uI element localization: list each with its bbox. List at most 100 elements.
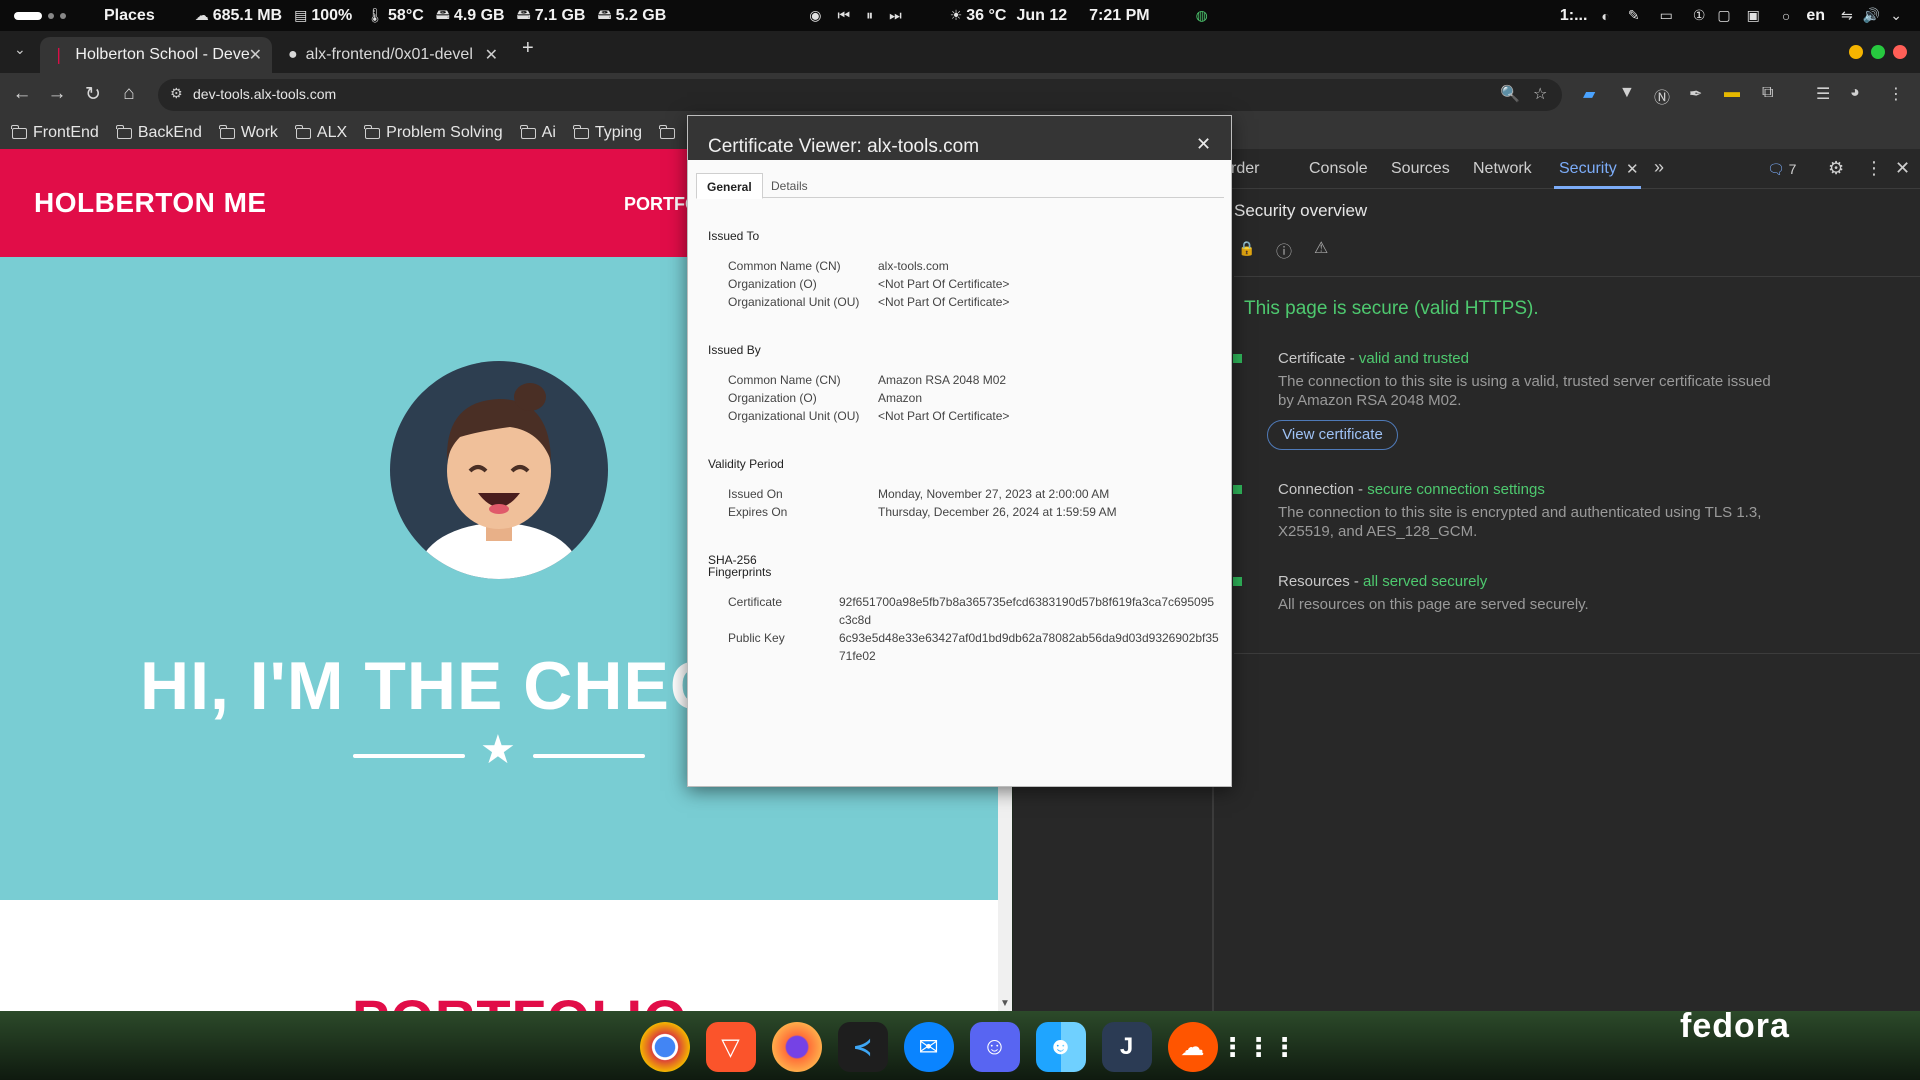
bookmark-alx[interactable]: ALX xyxy=(294,124,347,142)
extension-notion-icon[interactable]: Ⓝ xyxy=(1654,84,1670,108)
soundcloud-icon[interactable]: ☁ xyxy=(1167,1022,1218,1072)
tab-search-icon[interactable]: ⌄ xyxy=(14,41,26,58)
close-dialog-icon[interactable]: ✕ xyxy=(1196,134,1211,155)
site-info-icon[interactable]: ⚙ xyxy=(170,85,183,102)
close-security-tab-icon[interactable]: ✕ xyxy=(1626,160,1639,178)
language-indicator[interactable]: en xyxy=(1806,7,1825,25)
extension-vue-icon[interactable]: ▼ xyxy=(1619,84,1635,102)
tab-recorder[interactable]: rder xyxy=(1231,160,1259,178)
hero-title: HI, I'M THE CHEC xyxy=(140,648,720,724)
devtools-menu-icon[interactable]: ⋮ xyxy=(1865,158,1883,179)
issued-to-o-label: Organization (O) xyxy=(728,277,817,291)
warning-icon[interactable]: ⚠ xyxy=(1314,238,1328,258)
bookmark-backend[interactable]: BackEnd xyxy=(115,124,202,142)
bookmark-folder-more[interactable] xyxy=(659,124,676,139)
info-icon[interactable]: ⓘ xyxy=(1276,238,1292,262)
back-arrow-icon[interactable]: ← xyxy=(10,83,34,105)
issues-badge[interactable]: 🗨 7 xyxy=(1767,161,1796,178)
tray-app-icon[interactable]: ◐ xyxy=(1601,8,1609,24)
folder-icon xyxy=(115,124,132,139)
forward-arrow-icon[interactable]: → xyxy=(45,83,69,105)
firefox-icon[interactable] xyxy=(771,1022,822,1072)
tab-holberton[interactable]: ❘ Holberton School - Deve ✕ xyxy=(40,37,272,73)
issued-by-o-value: Amazon xyxy=(878,391,923,405)
volume-icon[interactable]: 🔊 xyxy=(1863,7,1880,24)
pause-icon[interactable]: ⏸ xyxy=(866,7,873,24)
thunderbird-icon[interactable]: ✉ xyxy=(903,1022,954,1072)
extension-wallet-icon[interactable]: ▰ xyxy=(1583,84,1595,104)
tab-github[interactable]: ● alx-frontend/0x01-devel ✕ xyxy=(276,37,508,73)
tab-details[interactable]: Details xyxy=(761,173,818,199)
view-certificate-button[interactable]: View certificate xyxy=(1267,420,1398,450)
color-picker-icon[interactable]: ✎ xyxy=(1628,7,1640,24)
reload-icon[interactable]: ↻ xyxy=(81,83,105,106)
weather-indicator[interactable]: ☀ 36 °C xyxy=(950,7,1007,25)
scroll-down-arrow-icon[interactable]: ▼ xyxy=(1000,998,1010,1009)
clipboard-tray-icon[interactable]: ▣ xyxy=(1747,7,1760,24)
minimize-window-button[interactable] xyxy=(1849,45,1863,59)
more-tabs-icon[interactable]: » xyxy=(1654,157,1664,178)
folder-icon xyxy=(659,124,676,139)
vscode-icon[interactable]: ≺ xyxy=(837,1022,888,1072)
bookmark-typing[interactable]: Typing xyxy=(572,124,642,142)
reading-list-icon[interactable]: ☰ xyxy=(1816,84,1830,104)
maximize-window-button[interactable] xyxy=(1871,45,1885,59)
tab-network[interactable]: Network xyxy=(1473,160,1532,178)
places-menu[interactable]: Places xyxy=(104,7,155,25)
close-tab-icon[interactable]: ✕ xyxy=(249,45,262,65)
bookmark-work[interactable]: Work xyxy=(218,124,278,142)
zoom-icon[interactable]: 🔍 xyxy=(1500,84,1520,104)
lock-icon[interactable]: 🔒 xyxy=(1238,240,1255,257)
tray-text[interactable]: 1:... xyxy=(1560,7,1588,25)
folder-icon xyxy=(364,124,381,139)
bookmark-star-icon[interactable]: ☆ xyxy=(1533,84,1547,104)
extension-ruler-icon[interactable]: ▬ xyxy=(1724,84,1740,102)
tab-sources[interactable]: Sources xyxy=(1391,160,1450,178)
tab-security[interactable]: Security xyxy=(1559,160,1617,178)
close-devtools-icon[interactable]: ✕ xyxy=(1895,158,1910,179)
circle-icon[interactable]: ○ xyxy=(1782,8,1790,24)
previous-track-icon[interactable]: ⏮ xyxy=(837,7,850,24)
discord-icon[interactable]: ☺ xyxy=(969,1022,1020,1072)
folder-icon xyxy=(218,124,235,139)
home-icon[interactable]: ⌂ xyxy=(117,83,141,105)
extension-feather-icon[interactable]: ✒ xyxy=(1689,84,1702,104)
divider-line-left xyxy=(353,754,465,758)
bookmark-frontend[interactable]: FrontEnd xyxy=(11,124,99,142)
close-tab-icon[interactable]: ✕ xyxy=(485,45,498,65)
connection-description: The connection to this site is encrypted… xyxy=(1278,504,1762,540)
certificate-description: The connection to this site is using a v… xyxy=(1278,373,1771,409)
window-icon[interactable]: ▢ xyxy=(1717,7,1730,24)
chrome-icon[interactable] xyxy=(639,1022,690,1072)
date-display[interactable]: Jun 12 xyxy=(1016,7,1067,25)
profile-avatar[interactable]: ◕ xyxy=(1850,84,1860,102)
terminal-icon[interactable]: ▭ xyxy=(1660,7,1673,24)
bookmark-ai[interactable]: Ai xyxy=(519,124,556,142)
site-brand[interactable]: HOLBERTON ME xyxy=(34,187,267,219)
fingerprint-public-key-value: 6c93e5d48e33e63427af0d1bd9db62a78082ab56… xyxy=(839,631,1219,663)
dialog-body xyxy=(688,160,1231,786)
issued-by-ou-label: Organizational Unit (OU) xyxy=(728,409,860,423)
whatsapp-icon[interactable]: ◍ xyxy=(1196,7,1208,24)
workspace-one-icon[interactable]: ① xyxy=(1693,7,1706,24)
close-window-button[interactable] xyxy=(1893,45,1907,59)
extensions-puzzle-icon[interactable]: ⧉ xyxy=(1762,84,1773,102)
omnibox[interactable]: ⚙ dev-tools.alx-tools.com 🔍 ☆ xyxy=(158,79,1562,111)
finder-icon[interactable]: ☻ xyxy=(1035,1022,1086,1072)
clock-display[interactable]: 7:21 PM xyxy=(1089,7,1149,25)
network-icon[interactable]: ⇋ xyxy=(1841,7,1853,24)
settings-gear-icon[interactable]: ⚙ xyxy=(1828,158,1844,179)
new-tab-button[interactable]: + xyxy=(522,37,534,60)
joplin-icon[interactable]: J xyxy=(1101,1022,1152,1072)
bookmark-problem-solving[interactable]: Problem Solving xyxy=(364,124,503,142)
workspace-indicator[interactable] xyxy=(14,11,66,20)
url-text[interactable]: dev-tools.alx-tools.com xyxy=(193,86,336,102)
tab-general[interactable]: General xyxy=(696,173,763,199)
issued-on-label: Issued On xyxy=(728,487,783,501)
browser-menu-icon[interactable]: ⋮ xyxy=(1888,84,1904,104)
app-grid-icon[interactable]: ⋮⋮⋮ xyxy=(1220,1022,1298,1072)
brave-icon[interactable]: ▽ xyxy=(705,1022,756,1072)
power-menu-icon[interactable]: ⌄ xyxy=(1890,7,1902,24)
next-track-icon[interactable]: ⏭ xyxy=(889,7,902,24)
tab-console[interactable]: Console xyxy=(1309,160,1368,178)
